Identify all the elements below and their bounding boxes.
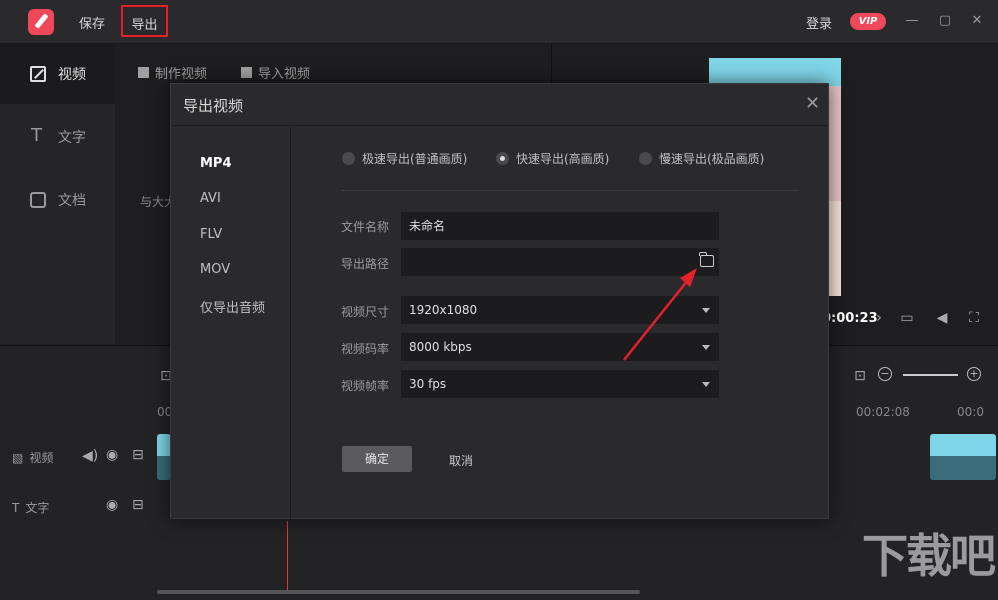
maximize-icon[interactable]: ▢	[936, 12, 954, 30]
video-icon	[30, 66, 46, 82]
tab-import-video[interactable]: 导入视频	[241, 63, 310, 82]
nav-item-label: 文档	[58, 193, 86, 209]
nav-item-label: 文字	[58, 130, 86, 146]
playhead[interactable]	[287, 521, 288, 591]
format-audio-only[interactable]: 仅导出音频	[200, 297, 265, 316]
track-name: 视频	[29, 451, 54, 465]
bitrate-select[interactable]: 8000 kbps	[401, 333, 719, 361]
chevron-right-icon[interactable]: ›	[871, 310, 887, 326]
quality-option-high[interactable]: 快速导出(高画质)	[496, 150, 609, 167]
minimize-icon[interactable]: —	[903, 12, 921, 30]
format-mov[interactable]: MOV	[200, 262, 230, 277]
document-icon	[30, 192, 46, 208]
play-icon	[138, 67, 149, 78]
left-nav: 视频 文字 文档	[0, 44, 115, 344]
confirm-button[interactable]: 确定	[342, 446, 412, 472]
file-name-label: 文件名称	[341, 220, 390, 234]
radio-button[interactable]	[342, 152, 355, 165]
nav-item-video[interactable]: 视频	[0, 44, 115, 104]
zoom-out-icon[interactable]: −	[878, 367, 892, 381]
nav-item-text[interactable]: 文字	[0, 107, 115, 167]
video-clip[interactable]	[157, 434, 171, 480]
framerate-select[interactable]: 30 fps	[401, 370, 719, 398]
radio-label: 慢速导出(极品画质)	[659, 152, 765, 166]
resolution-select[interactable]: 1920x1080	[401, 296, 719, 324]
nav-item-document[interactable]: 文档	[0, 170, 115, 230]
horizontal-scrollbar[interactable]	[157, 590, 640, 594]
text-icon	[30, 125, 46, 146]
divider	[341, 190, 799, 191]
nav-item-label: 视频	[58, 67, 86, 83]
track-video-label: ▧ 视频	[12, 449, 53, 466]
login-link[interactable]: 登录	[806, 13, 832, 32]
track-text-label: T 文字	[12, 499, 49, 516]
zoom-slider[interactable]	[903, 374, 958, 376]
vip-badge[interactable]: VIP	[850, 13, 886, 30]
pencil-icon	[34, 13, 49, 29]
video-clip[interactable]	[930, 434, 996, 480]
format-list: MP4 AVI FLV MOV 仅导出音频	[171, 127, 291, 519]
quality-option-fast[interactable]: 极速导出(普通画质)	[342, 150, 467, 167]
fullscreen-icon[interactable]: ⛶	[966, 310, 982, 326]
eye-icon[interactable]: ◉	[106, 447, 118, 463]
zoom-in-icon[interactable]: +	[967, 367, 981, 381]
save-menu[interactable]: 保存	[79, 13, 105, 32]
resolution-label: 视频尺寸	[341, 305, 390, 319]
fit-width-icon[interactable]: ⊡	[852, 368, 868, 384]
close-icon[interactable]: ✕	[968, 12, 986, 30]
cancel-button[interactable]: 取消	[449, 452, 473, 469]
dialog-title: 导出视频	[183, 97, 244, 115]
ruler-label: 00:02:08	[856, 405, 910, 419]
eye-icon[interactable]: ◉	[106, 497, 118, 513]
file-name-input[interactable]: 未命名	[401, 212, 719, 240]
dialog-header: 导出视频 ✕	[171, 84, 828, 126]
bitrate-label: 视频码率	[341, 342, 390, 356]
format-mp4[interactable]: MP4	[200, 156, 232, 171]
watermark: 下载吧	[862, 529, 996, 583]
volume-icon[interactable]: ◀	[934, 310, 950, 326]
title-bar: 保存 导出 登录 VIP — ▢ ✕	[0, 0, 998, 44]
ruler-label: 00:0	[957, 405, 984, 419]
app-logo	[28, 9, 54, 35]
volume-icon[interactable]: ◀)	[82, 448, 98, 464]
export-menu[interactable]: 导出	[121, 5, 168, 37]
quality-option-best[interactable]: 慢速导出(极品画质)	[639, 150, 764, 167]
radio-button[interactable]	[639, 152, 652, 165]
format-flv[interactable]: FLV	[200, 227, 222, 242]
export-dialog: 导出视频 ✕ MP4 AVI FLV MOV 仅导出音频 极速导出(普通画质) …	[170, 83, 829, 519]
radio-button[interactable]	[496, 152, 509, 165]
format-avi[interactable]: AVI	[200, 191, 221, 206]
radio-label: 极速导出(普通画质)	[362, 152, 468, 166]
video-icon: ▧	[12, 450, 24, 465]
tab-make-video[interactable]: 制作视频	[138, 63, 207, 82]
close-icon[interactable]: ✕	[805, 93, 820, 114]
text-icon: T	[12, 500, 20, 515]
playback-time: 0:00:23	[822, 311, 878, 326]
track-name: 文字	[25, 501, 50, 515]
radio-label: 快速导出(高画质)	[516, 152, 610, 166]
import-icon	[241, 67, 252, 78]
framerate-label: 视频帧率	[341, 379, 390, 393]
export-path-input[interactable]	[401, 248, 719, 276]
export-path-label: 导出路径	[341, 257, 390, 271]
folder-icon[interactable]: ▭	[899, 310, 915, 326]
tab-label: 制作视频	[155, 67, 208, 82]
lock-icon[interactable]: ⊟	[132, 497, 144, 513]
lock-icon[interactable]: ⊟	[132, 447, 144, 463]
folder-open-icon[interactable]	[699, 252, 714, 267]
tab-label: 导入视频	[258, 67, 311, 82]
